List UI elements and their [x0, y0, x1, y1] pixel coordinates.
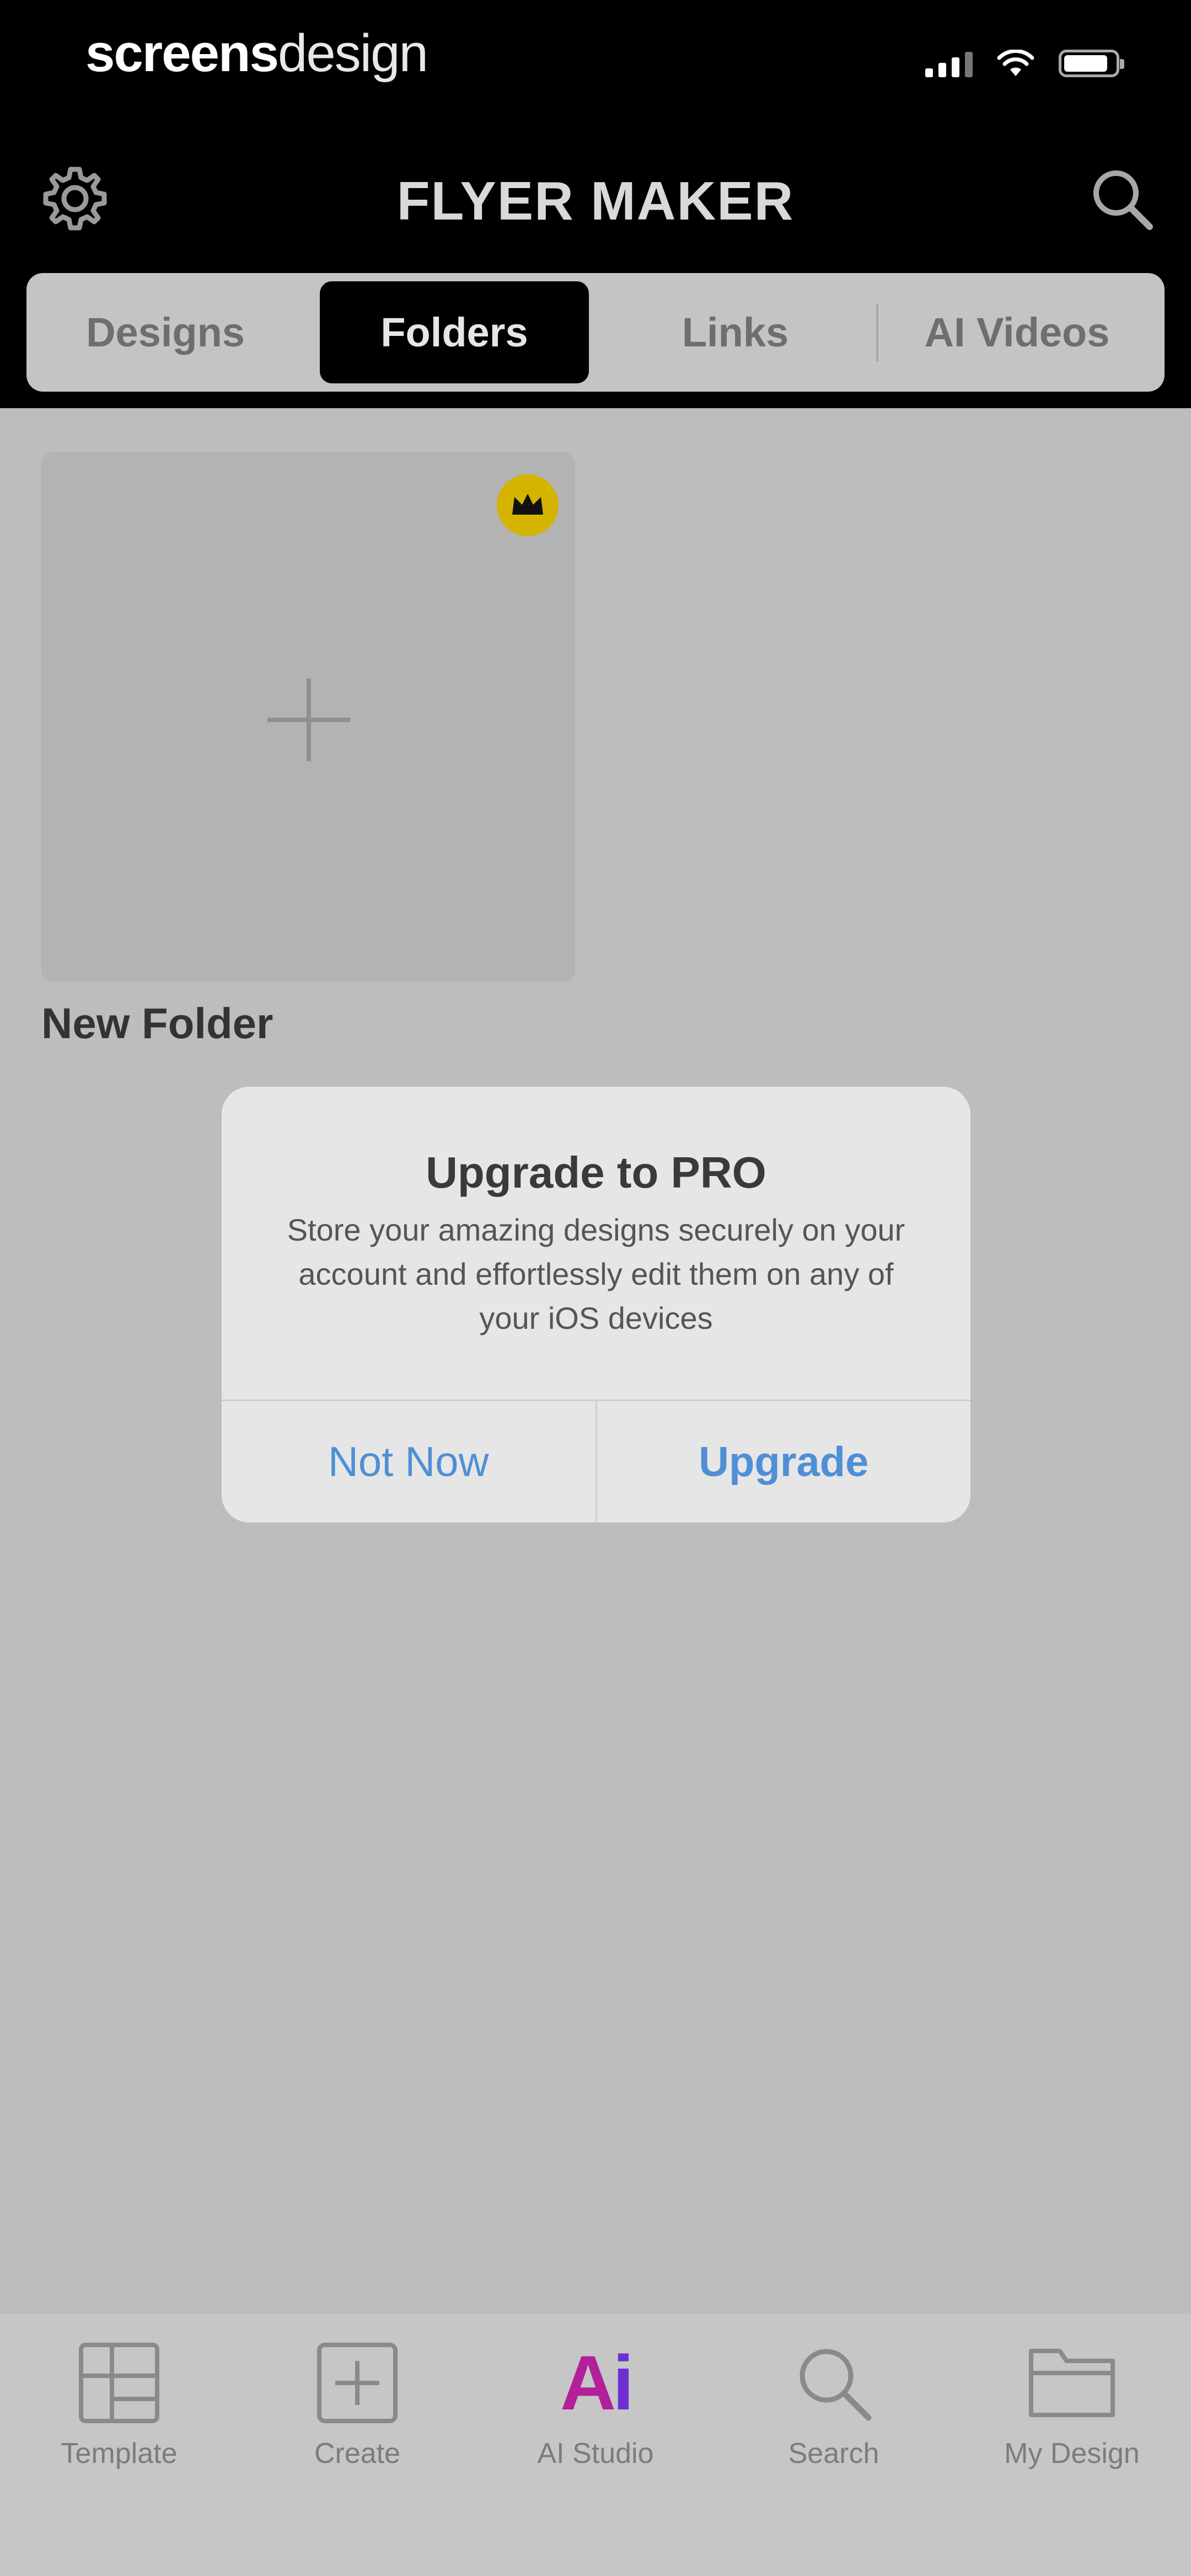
tabbar-item-template[interactable]: Template: [0, 2339, 238, 2515]
new-folder-label: New Folder: [41, 999, 273, 1047]
nav-bar: FLYER MAKER: [0, 143, 1191, 254]
crown-icon: [497, 474, 559, 536]
tabbar-item-search[interactable]: Search: [715, 2339, 953, 2515]
brand-light: design: [277, 24, 428, 83]
battery-icon: [1059, 50, 1124, 77]
alert-message: Store your amazing designs securely on y…: [287, 1212, 905, 1335]
folder-icon: [1028, 2339, 1116, 2427]
ai-studio-icon: Ai: [560, 2339, 634, 2426]
tabbar-label: Search: [788, 2438, 879, 2470]
tabbar-item-ai-studio[interactable]: Ai AI Studio: [476, 2339, 715, 2515]
tabbar-label: Create: [314, 2438, 401, 2470]
tabbar-label: My Design: [1004, 2438, 1140, 2470]
brand-bold: screens: [85, 24, 279, 83]
cellular-signal-icon: [925, 52, 973, 77]
search-icon: [1093, 170, 1153, 230]
wifi-icon: [997, 50, 1034, 76]
tabbar-item-create[interactable]: Create: [238, 2339, 476, 2515]
status-bar: screensdesign: [0, 0, 1191, 121]
alert-actions: Not Now Upgrade: [222, 1399, 970, 1522]
top-header: screensdesign FLYER MAKER Designs Folder…: [0, 0, 1191, 408]
upgrade-alert-dialog: Upgrade to PRO Store your amazing design…: [222, 1087, 970, 1522]
new-folder-card[interactable]: [41, 452, 575, 982]
search-icon: [790, 2339, 878, 2427]
not-now-button[interactable]: Not Now: [222, 1401, 596, 1522]
tabbar-item-my-design[interactable]: My Design: [953, 2339, 1191, 2515]
tabbar-label: AI Studio: [537, 2438, 654, 2470]
brand-watermark: screensdesign: [85, 23, 428, 84]
page-title: FLYER MAKER: [396, 170, 795, 231]
tab-designs[interactable]: Designs: [33, 281, 298, 383]
tabbar-label: Template: [61, 2438, 178, 2470]
plus-icon: [267, 678, 350, 761]
status-icons: [925, 50, 1124, 77]
header-search-button[interactable]: [1083, 160, 1160, 237]
create-plus-icon: [313, 2339, 401, 2427]
segmented-control: Designs Folders Links AI Videos: [26, 273, 1165, 392]
upgrade-button[interactable]: Upgrade: [595, 1401, 971, 1522]
tab-folders[interactable]: Folders: [320, 281, 589, 383]
tab-ai-videos[interactable]: AI Videos: [876, 281, 1158, 383]
template-icon: [75, 2339, 163, 2427]
bottom-tab-bar: Template Create Ai AI Studio Search My D…: [0, 2314, 1191, 2576]
alert-title: Upgrade to PRO: [426, 1148, 766, 1197]
tab-links[interactable]: Links: [594, 281, 876, 383]
screen: screensdesign FLYER MAKER Designs Folder…: [0, 0, 1191, 2576]
